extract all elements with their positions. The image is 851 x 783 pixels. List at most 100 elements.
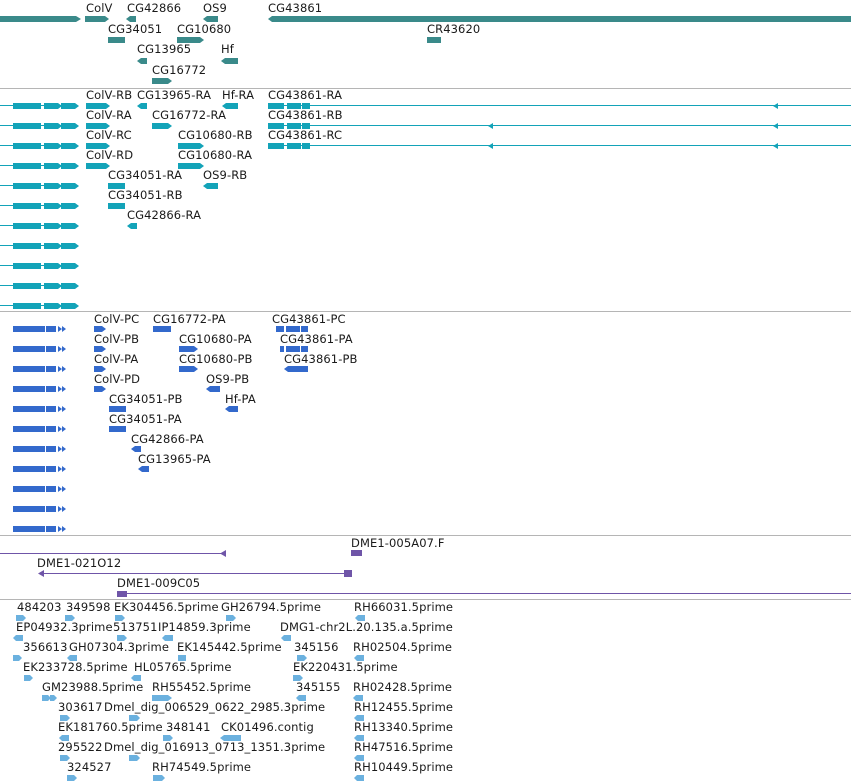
est-ep04932[interactable] bbox=[13, 635, 23, 641]
transcript-cg43861-rb[interactable] bbox=[268, 123, 851, 129]
transcript-left-row[interactable] bbox=[0, 143, 79, 149]
gene-cr43620[interactable] bbox=[427, 37, 441, 43]
protein-left-row[interactable] bbox=[0, 426, 66, 432]
est-label-295522: 295522 bbox=[58, 740, 103, 754]
protein-hf-pa[interactable] bbox=[225, 406, 238, 412]
transcript-label-hf-ra: Hf-RA bbox=[222, 89, 255, 102]
protein-left-row[interactable] bbox=[0, 326, 66, 332]
protein-cg10680-pb[interactable] bbox=[179, 366, 198, 372]
transcript-cg43861-ra[interactable] bbox=[268, 103, 851, 109]
protein-left-stack[interactable] bbox=[0, 326, 66, 532]
protein-label-cg43861-pb: CG43861-PB bbox=[284, 352, 358, 366]
transcript-left-row[interactable] bbox=[0, 303, 79, 309]
est-rh10449[interactable] bbox=[354, 775, 364, 781]
transcript-label-colv-rb: ColV-RB bbox=[86, 89, 133, 102]
protein-left-row[interactable] bbox=[0, 506, 66, 512]
transcript-left-row[interactable] bbox=[0, 183, 79, 189]
gene-cg16772[interactable] bbox=[152, 78, 172, 84]
est-label-324527: 324527 bbox=[67, 760, 112, 774]
gene-colv[interactable] bbox=[85, 16, 109, 22]
est-label-rh55452: RH55452.5prime bbox=[152, 680, 252, 694]
est-label-rh47516: RH47516.5prime bbox=[354, 740, 454, 754]
protein-label-os9-pb: OS9-PB bbox=[206, 372, 250, 386]
genome-browser-viewport[interactable]: ColV CG42866 OS9 CG43861 CG34051 CG10680… bbox=[0, 0, 851, 783]
transcript-left-row[interactable] bbox=[0, 283, 79, 289]
protein-left-row[interactable] bbox=[0, 486, 66, 492]
est-label-rh02504: RH02504.5prime bbox=[353, 640, 453, 654]
protein-left-row[interactable] bbox=[0, 366, 66, 372]
clone-label-dme1-009c05: DME1-009C05 bbox=[117, 576, 201, 590]
protein-cg16772-pa[interactable] bbox=[153, 326, 171, 332]
transcript-label-cg10680-rb: CG10680-RB bbox=[178, 128, 253, 142]
gene-bar-left[interactable] bbox=[0, 16, 81, 22]
est-label-345156: 345156 bbox=[294, 640, 339, 654]
protein-left-row[interactable] bbox=[0, 346, 66, 352]
protein-os9-pb[interactable] bbox=[206, 386, 220, 392]
est-label-303617: 303617 bbox=[58, 700, 103, 714]
gene-label-os9: OS9 bbox=[203, 1, 227, 15]
transcript-left-row[interactable] bbox=[0, 163, 79, 169]
transcript-left-row[interactable] bbox=[0, 243, 79, 249]
transcript-cg34051-rb[interactable] bbox=[108, 203, 125, 209]
protein-label-cg10680-pb: CG10680-PB bbox=[179, 352, 253, 366]
transcript-label-cg43861-rc: CG43861-RC bbox=[268, 128, 343, 142]
gene-label-cg16772: CG16772 bbox=[152, 63, 207, 77]
gene-label-cg42866: CG42866 bbox=[127, 1, 182, 15]
gene-label-cr43620: CR43620 bbox=[427, 22, 481, 36]
est-label-dmel-006529: Dmel_dig_006529_0622_2985.3prime bbox=[104, 700, 326, 714]
est-label-rh74549: RH74549.5prime bbox=[152, 760, 252, 774]
transcript-colv-rd[interactable] bbox=[86, 163, 110, 169]
est-356613[interactable] bbox=[13, 655, 22, 661]
transcript-left-row[interactable] bbox=[0, 223, 79, 229]
protein-colv-pd[interactable] bbox=[94, 386, 106, 392]
transcript-cg13965-ra[interactable] bbox=[137, 103, 147, 109]
est-label-dmel-016913: Dmel_dig_016913_0713_1351.3prime bbox=[104, 740, 326, 754]
transcript-left-stack[interactable] bbox=[0, 103, 79, 309]
est-label-rh13340: RH13340.5prime bbox=[354, 720, 454, 734]
protein-label-colv-pd: ColV-PD bbox=[94, 372, 141, 386]
est-324527[interactable] bbox=[67, 775, 77, 781]
est-gm23988[interactable] bbox=[42, 695, 57, 701]
clone-dme1-009c05[interactable] bbox=[117, 591, 851, 597]
gene-hf[interactable] bbox=[221, 58, 238, 64]
gene-cg34051[interactable] bbox=[108, 37, 125, 43]
protein-left-row[interactable] bbox=[0, 446, 66, 452]
transcript-left-row[interactable] bbox=[0, 103, 79, 109]
protein-left-row[interactable] bbox=[0, 406, 66, 412]
est-dmg1[interactable] bbox=[281, 635, 291, 641]
protein-left-row[interactable] bbox=[0, 386, 66, 392]
est-ek233728[interactable] bbox=[24, 675, 33, 681]
protein-label-colv-pc: ColV-PC bbox=[94, 312, 140, 326]
clone-dme1-005a07[interactable] bbox=[351, 550, 362, 556]
transcript-label-cg34051-ra: CG34051-RA bbox=[108, 168, 183, 182]
est-label-513751: 513751 bbox=[113, 620, 158, 634]
transcript-cg42866-ra[interactable] bbox=[127, 223, 137, 229]
est-label-348141: 348141 bbox=[166, 720, 211, 734]
gene-label-colv: ColV bbox=[86, 1, 113, 15]
transcript-left-row[interactable] bbox=[0, 203, 79, 209]
clone-label-dme1-005a07: DME1-005A07.F bbox=[351, 536, 445, 550]
transcript-left-row[interactable] bbox=[0, 263, 79, 269]
protein-label-colv-pa: ColV-PA bbox=[94, 352, 139, 366]
transcript-label-os9-rb: OS9-RB bbox=[203, 168, 248, 182]
transcript-label-colv-ra: ColV-RA bbox=[86, 108, 132, 122]
transcript-cg16772-ra[interactable] bbox=[152, 123, 172, 129]
est-dmel-016913[interactable] bbox=[129, 755, 140, 761]
transcript-track: ColV-RB CG13965-RA Hf-RA CG43861-RA ColV… bbox=[0, 89, 851, 311]
protein-left-row[interactable] bbox=[0, 526, 66, 532]
gene-cg43861[interactable] bbox=[268, 16, 851, 22]
protein-cg34051-pa[interactable] bbox=[109, 426, 126, 432]
protein-cg43861-pb[interactable] bbox=[284, 366, 308, 372]
gene-cg13965[interactable] bbox=[137, 58, 147, 64]
transcript-label-cg16772-ra: CG16772-RA bbox=[152, 108, 227, 122]
protein-cg13965-pa[interactable] bbox=[138, 466, 149, 472]
protein-left-row[interactable] bbox=[0, 466, 66, 472]
transcript-cg43861-rc[interactable] bbox=[268, 143, 851, 149]
transcript-os9-rb[interactable] bbox=[203, 183, 218, 189]
transcript-left-row[interactable] bbox=[0, 123, 79, 129]
est-label-484203: 484203 bbox=[17, 600, 62, 614]
est-rh74549[interactable] bbox=[153, 775, 165, 781]
transcript-label-cg34051-rb: CG34051-RB bbox=[108, 188, 183, 202]
est-label-rh02428: RH02428.5prime bbox=[353, 680, 453, 694]
protein-label-cg34051-pa: CG34051-PA bbox=[109, 412, 182, 426]
